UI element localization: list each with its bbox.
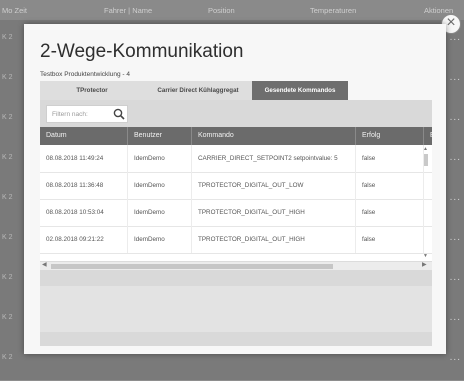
cell-success: false — [356, 145, 424, 172]
detail-area — [40, 286, 432, 332]
table-body: 08.08.2018 11:49:24 IdemDemo CARRIER_DIR… — [40, 145, 432, 261]
col-header-date[interactable]: Datum — [40, 127, 128, 145]
tab-carrier-direct[interactable]: Carrier Direct Kühlaggregat — [144, 81, 252, 100]
modal-subtitle: Testbox Produktentwicklung - 4 — [40, 71, 130, 78]
bg-col-position: Position — [208, 6, 235, 15]
cell-success: false — [356, 172, 424, 199]
cell-date: 08.08.2018 11:36:48 — [40, 172, 128, 199]
table-row[interactable]: 08.08.2018 11:49:24 IdemDemo CARRIER_DIR… — [40, 145, 432, 173]
vertical-scrollbar[interactable]: ▲ ▼ — [422, 145, 430, 261]
scroll-left-icon[interactable]: ◀ — [42, 261, 47, 268]
tab-bar: TProtector Carrier Direct Kühlaggregat G… — [40, 81, 348, 100]
table-row[interactable]: 02.08.2018 09:21:22 IdemDemo TPROTECTOR_… — [40, 226, 432, 254]
bg-col-driver: Fahrer | Name — [104, 6, 153, 15]
background-row-label: K 2 — [2, 274, 13, 281]
tab-tprotector[interactable]: TProtector — [40, 81, 144, 100]
background-row-label: K 2 — [2, 314, 13, 321]
cell-command: TPROTECTOR_DIGITAL_OUT_HIGH — [192, 226, 356, 253]
filter-input[interactable] — [47, 106, 114, 122]
tab-sent-commands[interactable]: Gesendete Kommandos — [252, 81, 348, 100]
vertical-scroll-thumb[interactable] — [424, 154, 428, 166]
col-header-success[interactable]: Erfolg — [356, 127, 424, 145]
col-header-user[interactable]: Benutzer — [128, 127, 192, 145]
bg-col-temperatures: Temperaturen — [310, 6, 357, 15]
modal-title: 2-Wege-Kommunikation — [40, 41, 244, 62]
background-row-label: K 2 — [2, 114, 13, 121]
cell-success: false — [356, 199, 424, 226]
cell-date: 02.08.2018 09:21:22 — [40, 226, 128, 253]
background-table-header: Mo Zeit Fahrer | Name Position Temperatu… — [0, 0, 464, 20]
table-row[interactable]: 08.08.2018 11:36:48 IdemDemo TPROTECTOR_… — [40, 172, 432, 200]
background-row-actions: ... — [449, 152, 461, 163]
background-row-label: K 2 — [2, 154, 13, 161]
cell-command: TPROTECTOR_DIGITAL_OUT_LOW — [192, 172, 356, 199]
scroll-up-icon[interactable]: ▲ — [423, 146, 428, 152]
cell-date: 08.08.2018 11:49:24 — [40, 145, 128, 172]
horizontal-scrollbar[interactable]: ◀ ▶ — [40, 261, 432, 270]
scroll-down-icon[interactable]: ▼ — [423, 253, 428, 259]
background-row-label: K 2 — [2, 234, 13, 241]
cell-success: false — [356, 226, 424, 253]
cell-date: 08.08.2018 10:53:04 — [40, 199, 128, 226]
table-header: Datum Benutzer Kommando Erfolg Er — [40, 127, 432, 145]
table-row[interactable]: 08.08.2018 10:53:04 IdemDemo TPROTECTOR_… — [40, 199, 432, 227]
close-icon: × — [446, 14, 456, 31]
background-row-actions: ... — [449, 112, 461, 123]
scroll-right-icon[interactable]: ▶ — [422, 261, 427, 268]
background-row-label: K 2 — [2, 34, 13, 41]
cell-user: IdemDemo — [128, 172, 192, 199]
background-row-actions: ... — [449, 312, 461, 323]
col-header-error[interactable]: Er — [424, 127, 432, 145]
background-row-actions: ... — [449, 72, 461, 83]
cell-command: TPROTECTOR_DIGITAL_OUT_HIGH — [192, 199, 356, 226]
horizontal-scroll-thumb[interactable] — [51, 264, 333, 269]
commands-panel: Datum Benutzer Kommando Erfolg Er 08.08.… — [40, 100, 432, 346]
background-row-actions: ... — [449, 192, 461, 203]
cell-command: CARRIER_DIRECT_SETPOINT2 setpointvalue: … — [192, 145, 356, 172]
col-header-command[interactable]: Kommando — [192, 127, 356, 145]
background-row-actions: ... — [449, 232, 461, 243]
background-row-label: K 2 — [2, 194, 13, 201]
cell-user: IdemDemo — [128, 199, 192, 226]
bg-col-time: Mo Zeit — [2, 6, 28, 15]
background-row-actions: ... — [449, 272, 461, 283]
background-row-label: K 2 — [2, 354, 13, 361]
search-icon[interactable] — [113, 108, 125, 120]
background-row-label: K 2 — [2, 74, 13, 81]
background-row-actions: ... — [449, 352, 461, 363]
cell-user: IdemDemo — [128, 145, 192, 172]
cell-user: IdemDemo — [128, 226, 192, 253]
filter-box — [46, 105, 128, 123]
